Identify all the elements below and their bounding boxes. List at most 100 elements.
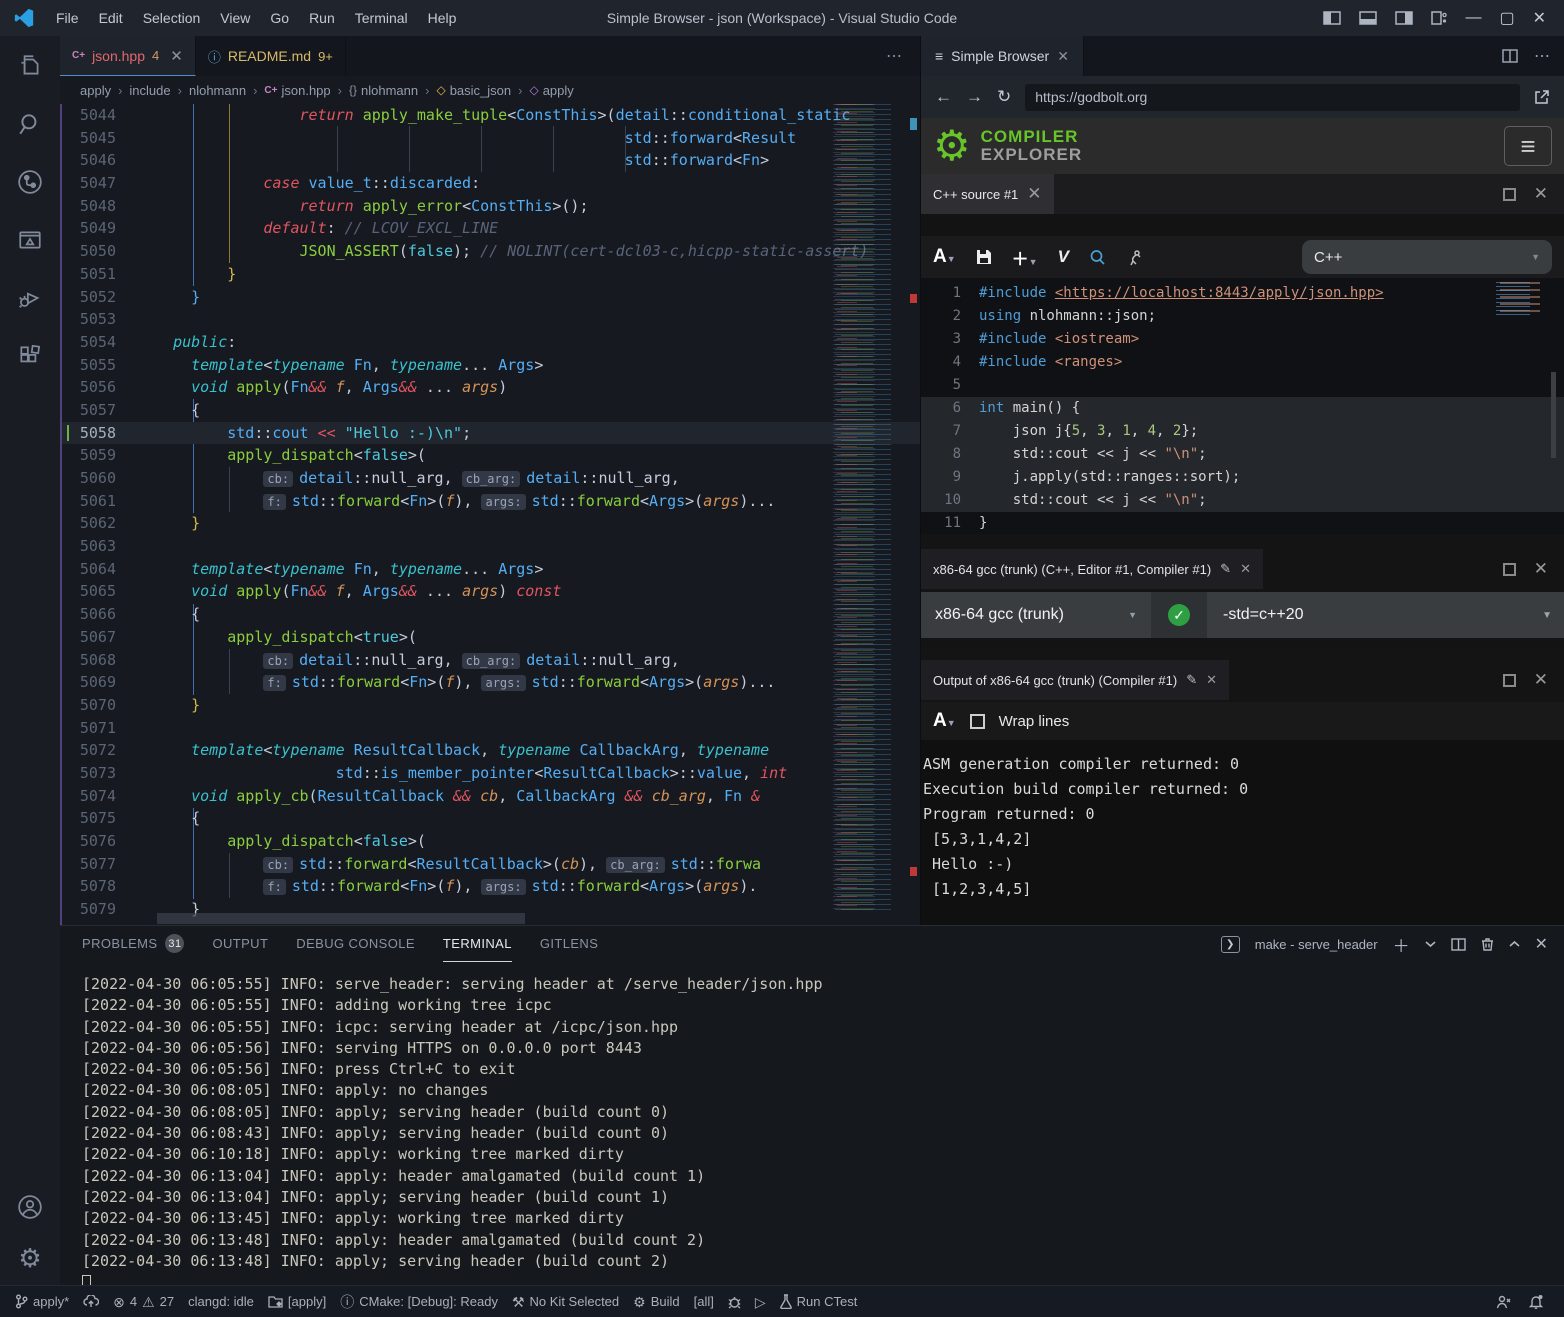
code-line[interactable]: 9 j.apply(std::ranges::sort); — [921, 466, 1564, 489]
forward-icon[interactable]: → — [966, 87, 983, 107]
close-icon[interactable]: ✕ — [1027, 184, 1041, 204]
split-terminal-icon[interactable] — [1451, 938, 1466, 951]
code-line[interactable]: 5060 cb:detail::null_arg, cb_arg:detail:… — [62, 467, 920, 490]
extensions-icon[interactable] — [16, 342, 44, 370]
account-icon[interactable] — [16, 1193, 44, 1221]
customize-layout-icon[interactable] — [1431, 11, 1447, 25]
debug-item[interactable] — [721, 1286, 748, 1317]
code-line[interactable]: 5045 std::forward<Result — [62, 127, 920, 150]
reload-icon[interactable]: ↻ — [997, 87, 1011, 107]
code-line[interactable]: 11} — [921, 512, 1564, 535]
wrap-lines-checkbox[interactable] — [970, 714, 985, 729]
menu-terminal[interactable]: Terminal — [345, 0, 418, 36]
breadcrumb-item[interactable]: {}nlohmann — [349, 83, 418, 98]
kill-terminal-icon[interactable] — [1481, 937, 1494, 951]
tab-json-hpp[interactable]: C+ json.hpp 4 ✕ — [60, 36, 196, 76]
maximize-pane-icon[interactable] — [1503, 563, 1516, 576]
tab-simple-browser[interactable]: ≡ Simple Browser ✕ — [921, 36, 1084, 76]
code-line[interactable]: 5063 — [62, 535, 920, 558]
clangd-status[interactable]: clangd: idle — [181, 1286, 261, 1317]
code-line[interactable]: 6int main() { — [921, 397, 1564, 420]
close-tab-icon[interactable]: ✕ — [1057, 48, 1069, 65]
cmake-status-item[interactable]: ⓘ CMake: [Debug]: Ready — [333, 1286, 505, 1317]
menu-run[interactable]: Run — [299, 0, 345, 36]
options-dropdown-icon[interactable]: ▼ — [1542, 610, 1564, 621]
code-line[interactable]: 5059 apply_dispatch<false>( — [62, 444, 920, 467]
terminal-select[interactable]: make - serve_header — [1255, 937, 1378, 952]
close-tab-icon[interactable]: ✕ — [170, 47, 183, 65]
panel-tab-output[interactable]: OUTPUT — [212, 926, 268, 962]
vim-mode-icon[interactable]: V — [1058, 247, 1069, 267]
code-line[interactable]: 5051 } — [62, 263, 920, 286]
settings-gear-icon[interactable]: ⚙ — [18, 1245, 41, 1271]
code-line[interactable]: 5053 — [62, 308, 920, 331]
breadcrumb-item[interactable]: apply — [80, 83, 111, 98]
menu-selection[interactable]: Selection — [133, 0, 211, 36]
code-line[interactable]: 5070 } — [62, 694, 920, 717]
code-line[interactable]: 4#include <ranges> — [921, 351, 1564, 374]
url-input[interactable]: https://godbolt.org — [1025, 84, 1520, 111]
output-pane-tab[interactable]: Output of x86-64 gcc (trunk) (Compiler #… — [921, 660, 1229, 700]
maximize-panel-icon[interactable] — [1509, 940, 1520, 948]
source-control-icon[interactable] — [16, 168, 44, 196]
add-pane-icon[interactable]: ＋▼ — [1012, 245, 1038, 270]
code-line[interactable]: 5057 { — [62, 399, 920, 422]
code-line[interactable]: 5044 return apply_make_tuple<ConstThis>(… — [62, 104, 920, 127]
build-item[interactable]: ⚙ Build — [626, 1286, 686, 1317]
run-debug-icon[interactable] — [16, 284, 44, 312]
toggle-sidebar-icon[interactable] — [1323, 11, 1341, 25]
code-line[interactable]: 8 std::cout << j << "\n"; — [921, 443, 1564, 466]
breadcrumb-item[interactable]: C+json.hpp — [264, 83, 330, 98]
split-editor-icon[interactable] — [1502, 49, 1518, 63]
code-line[interactable]: 5055 template<typename Fn, typename... A… — [62, 354, 920, 377]
menu-file[interactable]: File — [46, 0, 89, 36]
terminal-output[interactable]: [2022-04-30 06:05:55] INFO: serve_header… — [60, 962, 1564, 1293]
maximize-pane-icon[interactable] — [1503, 674, 1516, 687]
maximize-pane-icon[interactable] — [1503, 188, 1516, 201]
close-panel-icon[interactable]: ✕ — [1535, 934, 1548, 954]
code-line[interactable]: 5071 — [62, 717, 920, 740]
font-size-icon[interactable]: A▼ — [933, 710, 956, 732]
source-code-editor[interactable]: 1#include <https://localhost:8443/apply/… — [921, 278, 1564, 534]
code-line[interactable]: 5076 apply_dispatch<false>( — [62, 830, 920, 853]
close-pane-icon[interactable]: ✕ — [1534, 670, 1548, 690]
code-line[interactable]: 5065 void apply(Fn&& f, Args&& ... args)… — [62, 580, 920, 603]
git-branch-item[interactable]: apply* — [8, 1286, 76, 1317]
code-line[interactable]: 5074 void apply_cb(ResultCallback && cb,… — [62, 785, 920, 808]
mascot-icon[interactable] — [1126, 249, 1142, 266]
editor-more-actions-icon[interactable]: ⋯ — [886, 46, 920, 66]
save-icon[interactable] — [976, 249, 992, 265]
code-line[interactable]: 5075 { — [62, 807, 920, 830]
rename-icon[interactable]: ✎ — [1186, 672, 1197, 688]
breadcrumb-item[interactable]: ◇apply — [529, 83, 573, 98]
code-line[interactable]: 1#include <https://localhost:8443/apply/… — [921, 282, 1564, 305]
code-line[interactable]: 5061 f:std::forward<Fn>(f), args:std::fo… — [62, 490, 920, 513]
code-line[interactable]: 5050 JSON_ASSERT(false); // NOLINT(cert-… — [62, 240, 920, 263]
compiler-pane-tab[interactable]: x86-64 gcc (trunk) (C++, Editor #1, Comp… — [921, 549, 1263, 589]
notifications-item[interactable] — [1522, 1294, 1550, 1309]
toggle-secondary-sidebar-icon[interactable] — [1395, 11, 1413, 25]
explorer-icon[interactable] — [16, 52, 44, 80]
language-select[interactable]: C++▼ — [1302, 240, 1552, 274]
code-editor[interactable]: 5044 return apply_make_tuple<ConstThis>(… — [60, 104, 920, 925]
terminal-dropdown-icon[interactable] — [1425, 940, 1436, 948]
code-line[interactable]: 5 — [921, 374, 1564, 397]
ctest-item[interactable]: Run CTest — [773, 1286, 865, 1317]
toggle-panel-icon[interactable] — [1359, 11, 1377, 25]
zoom-icon[interactable] — [1089, 249, 1106, 266]
code-line[interactable]: 5049 default: // LCOV_EXCL_LINE — [62, 217, 920, 240]
code-line[interactable]: 5047 case value_t::discarded: — [62, 172, 920, 195]
minimize-button[interactable]: — — [1465, 9, 1481, 27]
code-line[interactable]: 5066 { — [62, 603, 920, 626]
menu-view[interactable]: View — [210, 0, 260, 36]
breadcrumb-item[interactable]: nlohmann — [189, 83, 246, 98]
tab-readme-md[interactable]: ⓘ README.md 9+ — [196, 36, 346, 76]
minimap[interactable] — [827, 104, 905, 911]
code-line[interactable]: 5069 f:std::forward<Fn>(f), args:std::fo… — [62, 671, 920, 694]
code-line[interactable]: 5056 void apply(Fn&& f, Args&& ... args) — [62, 376, 920, 399]
panel-tab-debug-console[interactable]: DEBUG CONSOLE — [296, 926, 415, 962]
cmake-project-item[interactable]: [apply] — [261, 1286, 333, 1317]
close-icon[interactable]: ✕ — [1206, 672, 1217, 688]
horizontal-scrollbar[interactable] — [157, 913, 525, 924]
code-line[interactable]: 5048 return apply_error<ConstThis>(); — [62, 195, 920, 218]
